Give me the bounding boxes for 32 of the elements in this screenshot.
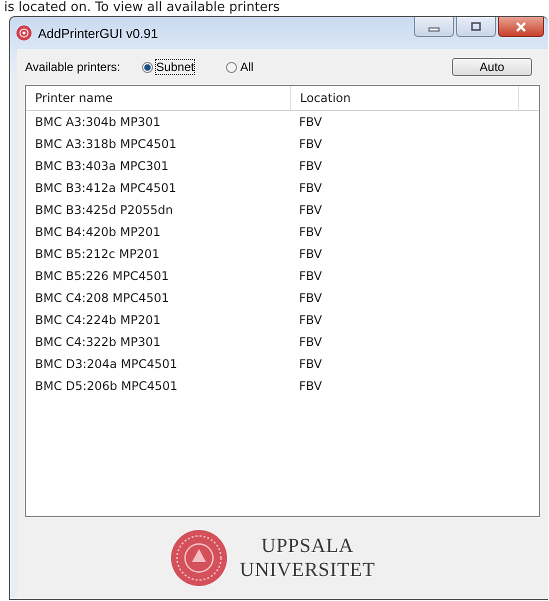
page-text: is located on. To view all available printers xyxy=(3,0,281,16)
table-row[interactable]: BMC D5:206b MPC4501 FBV xyxy=(26,375,539,397)
radio-icon[interactable] xyxy=(142,62,154,72)
maximize-icon xyxy=(470,22,482,32)
column-header[interactable]: Printer name xyxy=(26,86,291,110)
seal-icon xyxy=(16,25,32,41)
minimize-button[interactable] xyxy=(414,17,454,37)
table-row[interactable]: BMC C4:322b MP301 FBV xyxy=(26,331,539,353)
table-row[interactable]: BMC B5:226 MPC4501 FBV xyxy=(26,265,539,287)
table-row[interactable]: BMC D3:204a MPC4501 FBV xyxy=(26,353,539,375)
logo-text: UNIVERSITET xyxy=(240,558,376,582)
radio-option[interactable]: Subnet xyxy=(142,60,194,74)
radio-option[interactable]: All xyxy=(226,60,254,74)
close-button[interactable] xyxy=(498,17,544,37)
table-row[interactable]: BMC C4:224b MP201 FBV xyxy=(26,309,539,331)
auto-button[interactable]: Auto xyxy=(452,58,532,76)
window-title: AddPrinterGUI v0.91 xyxy=(38,26,158,40)
maximize-button[interactable] xyxy=(456,17,496,37)
seal-icon xyxy=(170,529,228,587)
close-icon xyxy=(514,22,528,32)
table-row[interactable]: BMC C4:208 MPC4501 FBV xyxy=(26,287,539,309)
table-row[interactable]: BMC B4:420b MP201 FBV xyxy=(26,221,539,243)
table-row[interactable]: BMC A3:318b MPC4501 FBV xyxy=(26,133,539,155)
column-header[interactable]: Location xyxy=(291,86,519,110)
table-row[interactable]: BMC B3:412a MPC4501 FBV xyxy=(26,177,539,199)
table-row[interactable]: BMC B3:425d P2055dn FBV xyxy=(26,199,539,221)
table-row[interactable]: BMC B5:212c MP201 FBV xyxy=(26,243,539,265)
table-row[interactable]: BMC B3:403a MPC301 FBV xyxy=(26,155,539,177)
logo-text: UPPSALA xyxy=(260,534,355,558)
table-row[interactable]: BMC A3:304b MP301 FBV xyxy=(26,111,539,133)
radio-icon[interactable] xyxy=(226,62,238,72)
filter-label: Available printers: xyxy=(25,60,120,74)
